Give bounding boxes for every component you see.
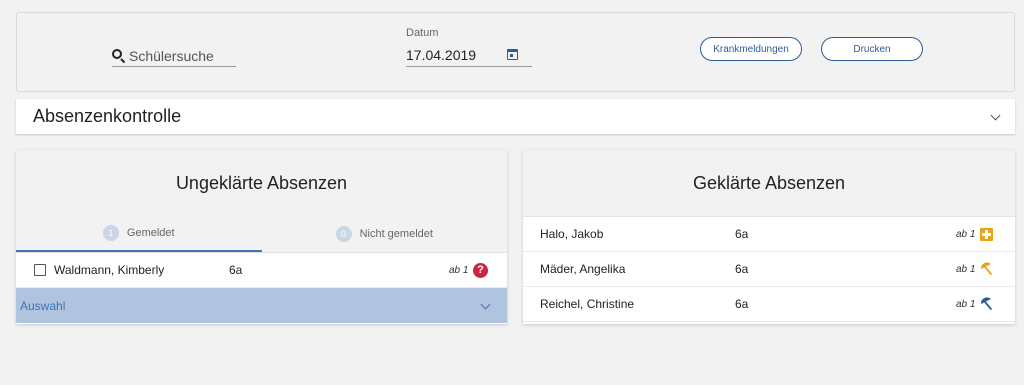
geklaert-list: Halo, Jakob 6a ab 1 Mäder, Angelika 6a a… bbox=[523, 216, 1015, 322]
tab-bar: 1 Gemeldet 0 Nicht gemeldet bbox=[16, 216, 507, 253]
plus-icon[interactable] bbox=[980, 227, 993, 241]
tab-label: Nicht gemeldet bbox=[359, 228, 433, 240]
list-item[interactable]: Mäder, Angelika 6a ab 1 bbox=[523, 252, 1015, 287]
umbrella-icon[interactable] bbox=[979, 297, 993, 311]
tab-gemeldet[interactable]: 1 Gemeldet bbox=[16, 216, 262, 252]
student-name: Waldmann, Kimberly bbox=[54, 263, 165, 277]
auswahl-label: Auswahl bbox=[20, 298, 66, 313]
tab-label: Gemeldet bbox=[126, 227, 175, 239]
chevron-down-icon[interactable] bbox=[480, 299, 491, 309]
student-class: 6a bbox=[735, 297, 749, 311]
student-search[interactable] bbox=[112, 45, 236, 67]
section-title: Absenzenkontrolle bbox=[33, 106, 182, 126]
drucken-button[interactable]: Drucken bbox=[821, 37, 923, 61]
list-item[interactable]: Waldmann, Kimberly 6a ab 1 ? bbox=[16, 253, 507, 288]
card-title: Ungeklärte Absenzen bbox=[16, 150, 507, 216]
student-class: 6a bbox=[735, 262, 749, 276]
chevron-down-icon[interactable] bbox=[990, 110, 1001, 120]
geklaerte-absenzen-card: Geklärte Absenzen Halo, Jakob 6a ab 1 Mä… bbox=[523, 150, 1015, 324]
tab-count-badge: 1 bbox=[102, 225, 119, 241]
question-icon[interactable]: ? bbox=[473, 262, 488, 278]
calendar-icon[interactable] bbox=[507, 49, 518, 60]
list-item[interactable]: Halo, Jakob 6a ab 1 bbox=[523, 217, 1015, 252]
absenzenkontrolle-panel-header[interactable]: Absenzenkontrolle bbox=[16, 99, 1015, 134]
date-label: Datum bbox=[406, 27, 439, 39]
student-name: Halo, Jakob bbox=[540, 227, 604, 241]
row-checkbox[interactable] bbox=[34, 264, 46, 276]
student-name: Mäder, Angelika bbox=[540, 262, 626, 276]
student-class: 6a bbox=[229, 263, 243, 277]
card-title: Geklärte Absenzen bbox=[523, 150, 1015, 216]
absence-lesson: ab 1 bbox=[956, 263, 976, 275]
tab-count-badge: 0 bbox=[335, 226, 352, 242]
krankmeldungen-button[interactable]: Krankmeldungen bbox=[700, 37, 802, 61]
ungeklaerte-absenzen-card: Ungeklärte Absenzen 1 Gemeldet 0 Nicht g… bbox=[16, 150, 507, 324]
search-icon bbox=[112, 48, 126, 63]
tab-nicht-gemeldet[interactable]: 0 Nicht gemeldet bbox=[262, 216, 508, 252]
list-item[interactable]: Reichel, Christine 6a ab 1 bbox=[523, 287, 1015, 322]
auswahl-dropdown[interactable]: Auswahl bbox=[16, 288, 507, 323]
absence-lesson: ab 1 bbox=[956, 298, 976, 310]
student-name: Reichel, Christine bbox=[540, 297, 635, 311]
filter-bar: Datum 17.04.2019 Krankmeldungen Drucken bbox=[16, 12, 1015, 92]
absence-lesson: ab 1 bbox=[956, 228, 976, 240]
absence-lesson: ab 1 bbox=[449, 264, 469, 276]
date-field[interactable]: Datum 17.04.2019 bbox=[406, 27, 532, 67]
student-class: 6a bbox=[735, 227, 749, 241]
date-value[interactable]: 17.04.2019 bbox=[406, 47, 476, 63]
umbrella-icon[interactable] bbox=[979, 262, 993, 276]
search-input[interactable] bbox=[129, 47, 233, 64]
